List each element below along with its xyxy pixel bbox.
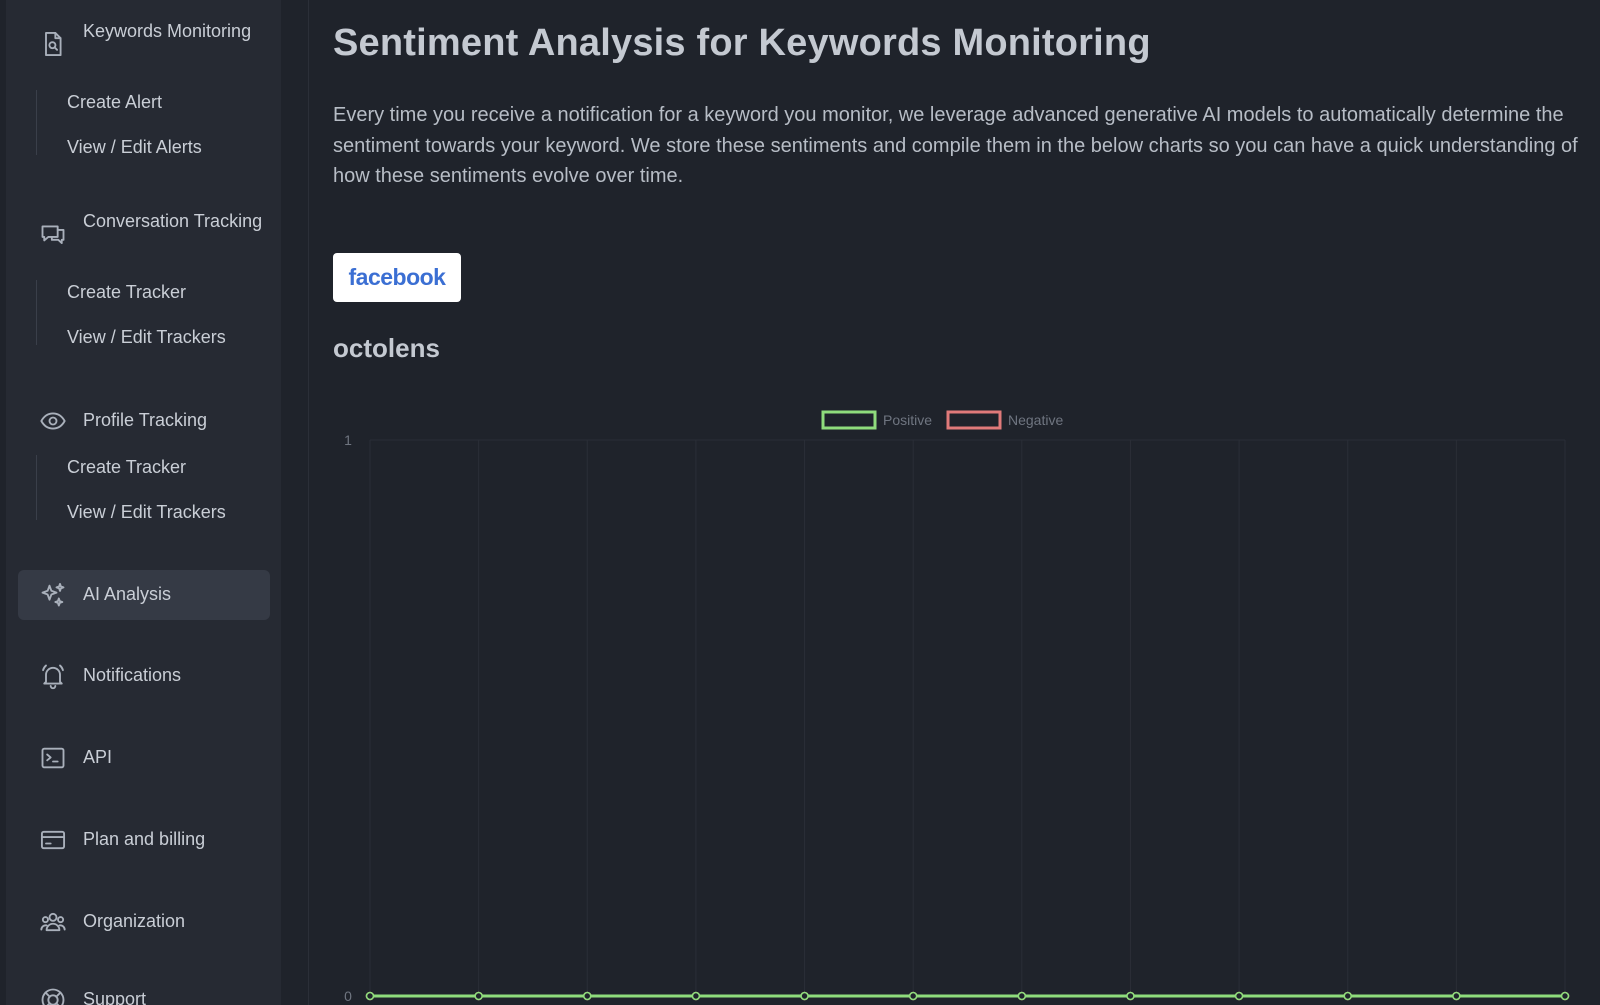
sidebar-subitem-create-tracker[interactable]: Create Tracker [67,280,186,304]
submenu-profile-tracking: Create Tracker View / Edit Trackers [36,455,267,522]
terminal-icon [38,743,68,773]
chat-bubbles-icon [38,219,68,249]
credit-card-icon [38,825,68,855]
sidebar-item-organization[interactable]: Organization [18,897,270,947]
sparkles-icon [38,580,68,610]
legend-swatch [946,410,1002,430]
sidebar-item-label: Conversation Tracking [83,211,263,231]
data-point-positive [1017,991,1027,1001]
legend-label: Negative [1008,412,1063,428]
sidebar-item-plan-and-billing[interactable]: Plan and billing [18,815,270,865]
legend-swatch [821,410,877,430]
sidebar-item-notifications[interactable]: Notifications [18,651,270,701]
sidebar-item-support[interactable]: Support [18,975,270,1005]
file-search-icon [38,29,68,59]
legend-label: Positive [883,412,932,428]
data-point-positive [582,991,592,1001]
sidebar: Keywords Monitoring Create Alert View / … [6,0,281,1005]
data-point-positive [1234,991,1244,1001]
sidebar-item-label: Notifications [83,665,182,685]
sidebar-item-api[interactable]: API [18,733,270,783]
data-point-positive [1343,991,1353,1001]
bell-icon [38,661,68,691]
app-window: Keywords Monitoring Create Alert View / … [0,0,1600,1005]
sidebar-item-label: API [83,747,113,767]
sidebar-item-profile-tracking[interactable]: Profile Tracking [18,396,270,446]
sidebar-subitem-view-edit-trackers[interactable]: View / Edit Trackers [67,325,226,349]
eye-icon [38,406,68,436]
main-content: Sentiment Analysis for Keywords Monitori… [308,0,1600,1005]
y-tick-label: 1 [344,432,352,448]
platform-name: facebook [348,264,446,290]
data-point-positive [365,991,375,1001]
users-icon [38,907,68,937]
page-description: Every time you receive a notification fo… [333,104,1578,187]
facebook-logo: facebook [333,253,461,302]
sidebar-item-label: Support [83,989,147,1005]
data-point-positive [1126,991,1135,1001]
sidebar-item-keywords-monitoring[interactable]: Keywords Monitoring [18,16,270,72]
data-point-positive [908,991,918,1001]
sidebar-item-label: Profile Tracking [83,410,208,430]
submenu-conversation-tracking: Create Tracker View / Edit Trackers [36,280,267,347]
sidebar-subitem-create-alert[interactable]: Create Alert [67,90,162,114]
sidebar-item-label: AI Analysis [83,584,172,604]
sentiment-chart: 1 0 Positive Negative [344,410,1570,1004]
sidebar-item-conversation-tracking[interactable]: Conversation Tracking [18,206,270,262]
sidebar-subitem-create-tracker[interactable]: Create Tracker [67,455,186,479]
sidebar-item-ai-analysis[interactable]: AI Analysis [18,570,270,620]
y-tick-label: 0 [344,988,352,1004]
data-point-positive [474,991,483,1001]
sidebar-subitem-view-edit-trackers[interactable]: View / Edit Trackers [67,500,226,524]
sidebar-subitem-view-edit-alerts[interactable]: View / Edit Alerts [67,135,202,159]
sidebar-item-label: Keywords Monitoring [83,21,252,41]
lifebuoy-icon [38,985,68,1005]
data-point-positive [691,991,701,1001]
keyword-title: octolens [333,333,440,363]
sidebar-item-label: Plan and billing [83,829,206,849]
page-title: Sentiment Analysis for Keywords Monitori… [333,22,1151,64]
submenu-keywords-monitoring: Create Alert View / Edit Alerts [36,90,267,157]
data-point-positive [1452,991,1461,1001]
data-point-positive [1560,991,1570,1001]
sidebar-item-label: Organization [83,911,186,931]
data-point-positive [800,991,809,1001]
